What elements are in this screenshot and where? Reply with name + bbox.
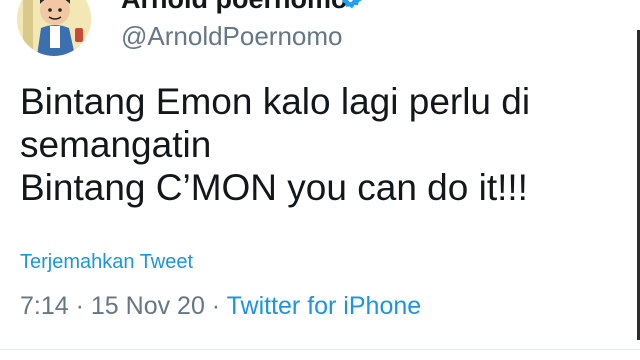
tweet-card: Arnold poernomo @ArnoldPoernomo Bintang … — [0, 0, 640, 360]
author-display-name[interactable]: Arnold poernomo — [121, 0, 347, 15]
tweet-text: Bintang Emon kalo lagi perlu di semangat… — [20, 80, 530, 209]
tweet-text-line: Bintang Emon kalo lagi perlu di — [20, 81, 531, 122]
tweet-time[interactable]: 7:14 — [20, 292, 69, 320]
profile-avatar-icon[interactable] — [17, 0, 91, 56]
verified-badge-icon — [342, 0, 362, 9]
tweet-meta: 7:14 · 15 Nov 20 · Twitter for iPhone — [20, 292, 421, 321]
meta-separator: · — [204, 292, 227, 320]
divider — [0, 349, 640, 350]
tweet-text-line: semangatin — [20, 124, 212, 165]
tweet-text-line: Bintang C’MON you can do it!!! — [20, 167, 528, 208]
meta-separator: · — [68, 292, 91, 320]
translate-tweet-link[interactable]: Terjemahkan Tweet — [20, 251, 193, 274]
author-handle[interactable]: @ArnoldPoernomo — [121, 21, 343, 52]
tweet-date[interactable]: 15 Nov 20 — [91, 292, 205, 320]
tweet-source-link[interactable]: Twitter for iPhone — [227, 292, 422, 320]
